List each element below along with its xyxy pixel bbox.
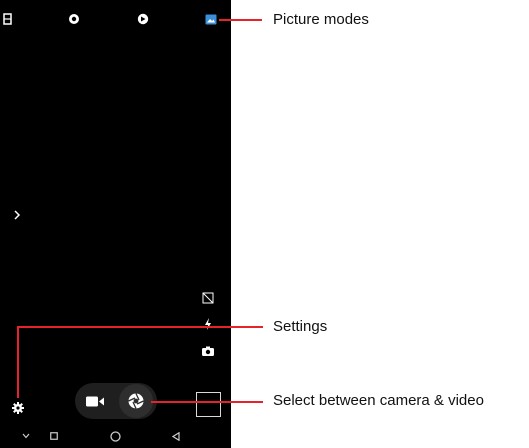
flash-icon[interactable]	[202, 317, 214, 331]
picture-modes-callout-label: Picture modes	[273, 11, 369, 28]
mode-switch-pointer-line	[151, 401, 263, 403]
recent-apps-icon[interactable]	[48, 430, 60, 442]
shutter-icon[interactable]	[126, 391, 146, 411]
aspect-ratio-icon[interactable]	[2, 12, 14, 26]
gallery-thumbnail[interactable]	[196, 392, 221, 417]
settings-gear-icon[interactable]	[11, 401, 25, 415]
back-icon[interactable]	[170, 430, 182, 442]
home-icon[interactable]	[108, 429, 122, 443]
camera-screen	[0, 0, 231, 448]
picture-modes-pointer-line	[219, 19, 262, 21]
picture-mode-icon[interactable]	[203, 12, 218, 26]
mode-switch-callout-label: Select between camera & video	[273, 392, 484, 409]
filter-icon[interactable]	[136, 12, 150, 26]
settings-pointer-line-vertical	[17, 327, 19, 398]
annotated-screenshot: Picture modes Settings Select between ca…	[0, 0, 529, 448]
chevron-down-icon[interactable]	[20, 430, 32, 442]
chevron-right-icon[interactable]	[11, 208, 23, 222]
switch-camera-icon[interactable]	[200, 344, 216, 358]
hdr-off-icon[interactable]	[200, 290, 215, 305]
settings-callout-label: Settings	[273, 318, 328, 335]
settings-pointer-line-horizontal	[17, 326, 263, 328]
navigation-bar	[0, 426, 231, 448]
timer-icon[interactable]	[67, 12, 81, 26]
video-camera-icon[interactable]	[84, 394, 106, 408]
